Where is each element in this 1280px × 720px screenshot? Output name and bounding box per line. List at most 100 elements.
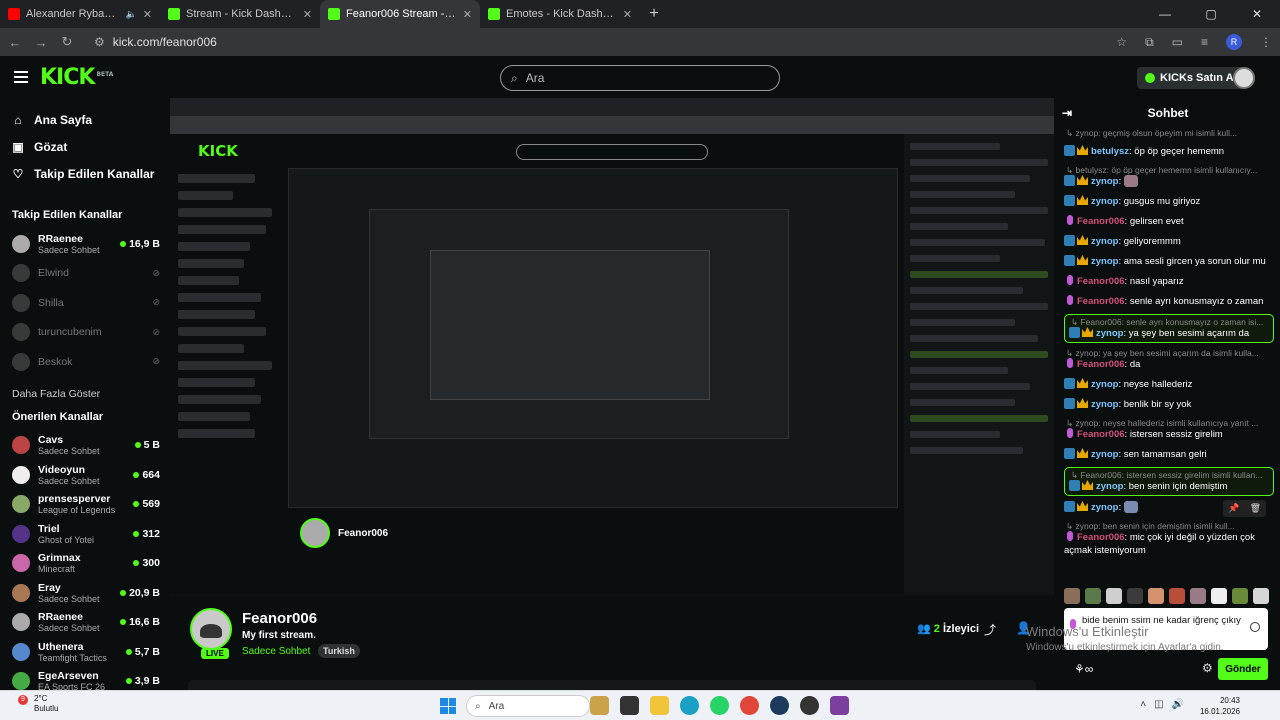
chat-message-mention: Feanor006: senle ayrı konusmayız o zaman…	[1064, 314, 1274, 343]
channel-item[interactable]: Grimnax Minecraft 300	[0, 549, 170, 579]
obs-icon[interactable]	[800, 696, 819, 715]
bookmark-star-icon[interactable]: ☆	[1116, 35, 1127, 49]
channel-item[interactable]: prensesperver League of Legends 569	[0, 490, 170, 520]
speaker-icon[interactable]: 🔈	[126, 9, 137, 20]
captured-search	[516, 144, 708, 160]
show-more-link[interactable]: Daha Fazla Göster	[0, 381, 170, 407]
channel-item[interactable]: Videoyun Sadece Sohbet 664	[0, 460, 170, 490]
close-tab-icon[interactable]: ✕	[143, 8, 152, 21]
send-button[interactable]: Gönder	[1218, 658, 1268, 680]
hamburger-menu-icon[interactable]	[14, 71, 28, 83]
emote-icon[interactable]	[1064, 588, 1080, 604]
maximize-icon[interactable]: ▢	[1188, 0, 1234, 28]
whatsapp-icon[interactable]	[710, 696, 729, 715]
search-input[interactable]: ⌕ Ara	[500, 65, 780, 91]
channel-item[interactable]: RRaenee Sadece Sohbet 16,6 B	[0, 608, 170, 638]
sidebar-item-browse[interactable]: ▣ Gözat	[12, 133, 170, 160]
site-info-icon[interactable]: ⚙	[94, 35, 105, 49]
taskbar-search[interactable]: ⌕ Ara	[466, 695, 590, 717]
close-tab-icon[interactable]: ✕	[463, 8, 472, 21]
reload-icon[interactable]: ↻	[60, 34, 74, 50]
menu-kebab-icon[interactable]: ⋮	[1260, 35, 1272, 49]
sidebar-item-home[interactable]: ⌂ Ana Sayfa	[12, 106, 170, 133]
crown-badge-icon	[1077, 255, 1088, 265]
extensions-icon[interactable]: ⧉	[1145, 35, 1154, 50]
buy-kicks-button[interactable]: KICKs Satın Al	[1137, 67, 1245, 89]
channel-item[interactable]: Shilla ⊘	[0, 288, 170, 318]
start-button-icon[interactable]	[440, 698, 456, 714]
new-tab-button[interactable]: +	[640, 0, 668, 28]
task-view-icon[interactable]	[620, 696, 639, 715]
url-text: kick.com/feanor006	[112, 35, 217, 49]
widgets-icon[interactable]	[590, 696, 609, 715]
browser-tab-youtube[interactable]: Alexander Rybak - Fairytale 🔈 ✕	[0, 0, 160, 28]
weather-widget[interactable]: 9 2°C Bulutlu	[18, 694, 58, 714]
url-field[interactable]: ⚙ kick.com/feanor006	[86, 31, 1104, 53]
kick-favicon-icon	[168, 8, 180, 20]
emote-icon[interactable]	[1085, 588, 1101, 604]
collapse-chat-icon[interactable]: ⇥	[1062, 106, 1072, 120]
subscriber-badge-icon	[1064, 501, 1075, 512]
close-tab-icon[interactable]: ✕	[303, 8, 312, 21]
avatar	[12, 613, 30, 632]
emote-icon[interactable]	[1106, 588, 1122, 604]
emote-icon[interactable]	[1190, 588, 1206, 604]
video-player[interactable]: KICK Feanor006	[170, 98, 1054, 596]
emoji-picker-icon[interactable]	[1250, 622, 1260, 632]
captured-page: KICK Feanor006	[170, 134, 1054, 594]
forward-icon[interactable]: →	[34, 35, 48, 50]
minimize-icon[interactable]: —	[1142, 0, 1188, 28]
emote-icon[interactable]	[1232, 588, 1248, 604]
streamer-avatar[interactable]	[190, 608, 232, 650]
emote-icon[interactable]	[1127, 588, 1143, 604]
captured-video-nested-deeper	[430, 250, 710, 400]
channel-item[interactable]: RRaenee Sadece Sohbet 16,9 B	[0, 229, 170, 259]
channel-item[interactable]: turuncubenim ⊘	[0, 318, 170, 348]
steam-icon[interactable]	[770, 696, 789, 715]
chat-message: zynop: 📌 🗑	[1064, 498, 1274, 518]
playlist-icon[interactable]: ≡	[1201, 35, 1208, 49]
emote-icon[interactable]	[1148, 588, 1164, 604]
channel-item[interactable]: Elwind ⊘	[0, 259, 170, 289]
emote-icon[interactable]	[1169, 588, 1185, 604]
chrome-icon[interactable]	[740, 696, 759, 715]
emote-icon[interactable]	[1211, 588, 1227, 604]
chat-title: Sohbet	[1147, 106, 1189, 120]
close-window-icon[interactable]: ✕	[1234, 0, 1280, 28]
channel-item[interactable]: Triel Ghost of Yotei 312	[0, 519, 170, 549]
file-explorer-icon[interactable]	[650, 696, 669, 715]
taskbar-clock[interactable]: 20:43 16.01.2026	[1200, 695, 1240, 717]
captured-sidebar	[178, 174, 288, 574]
crown-badge-icon	[1082, 327, 1093, 337]
channel-item[interactable]: Uthenera Teamfight Tactics 5,7 B	[0, 637, 170, 667]
edge-icon[interactable]	[680, 696, 699, 715]
chat-tools-icon[interactable]: ⚘∞	[1074, 662, 1093, 676]
app-icon[interactable]	[830, 696, 849, 715]
subscriber-badge-icon	[1064, 255, 1075, 266]
chevron-up-icon[interactable]: ˄	[1140, 699, 1146, 710]
streamer-name[interactable]: Feanor006	[242, 610, 317, 627]
channel-item[interactable]: Cavs Sadece Sohbet 5 B	[0, 431, 170, 461]
close-tab-icon[interactable]: ✕	[623, 8, 632, 21]
crown-badge-icon	[1077, 235, 1088, 245]
browser-tab-emotes[interactable]: Emotes - Kick Dashboard ✕	[480, 0, 640, 28]
back-icon[interactable]: ←	[8, 35, 22, 50]
browser-tab-feanor006[interactable]: Feanor006 Stream - Watch Live ✕	[320, 0, 480, 28]
browser-tab-kick-dashboard[interactable]: Stream - Kick Dashboard ✕	[160, 0, 320, 28]
user-avatar[interactable]	[1233, 67, 1255, 89]
cast-icon[interactable]: ▭	[1172, 35, 1183, 49]
pin-icon[interactable]: 📌	[1228, 502, 1239, 515]
volume-icon[interactable]: 🔊	[1172, 699, 1184, 710]
gear-icon[interactable]: ⚙	[1202, 661, 1213, 675]
channel-item[interactable]: Eray Sadece Sohbet 20,9 B	[0, 578, 170, 608]
channel-item[interactable]: Beskok ⊘	[0, 347, 170, 377]
share-icon[interactable]: ⤴	[984, 621, 996, 638]
sidebar-item-following[interactable]: ♡ Takip Edilen Kanallar	[12, 160, 170, 187]
emote-icon[interactable]	[1253, 588, 1269, 604]
profile-avatar[interactable]: R	[1226, 34, 1242, 50]
network-icon[interactable]: ◫	[1154, 699, 1163, 710]
delete-icon[interactable]: 🗑	[1250, 502, 1261, 515]
stream-category-link[interactable]: Sadece Sohbet	[242, 646, 310, 657]
kick-logo[interactable]: KICK BETA	[40, 65, 113, 90]
language-tag[interactable]: Turkish	[318, 644, 360, 658]
